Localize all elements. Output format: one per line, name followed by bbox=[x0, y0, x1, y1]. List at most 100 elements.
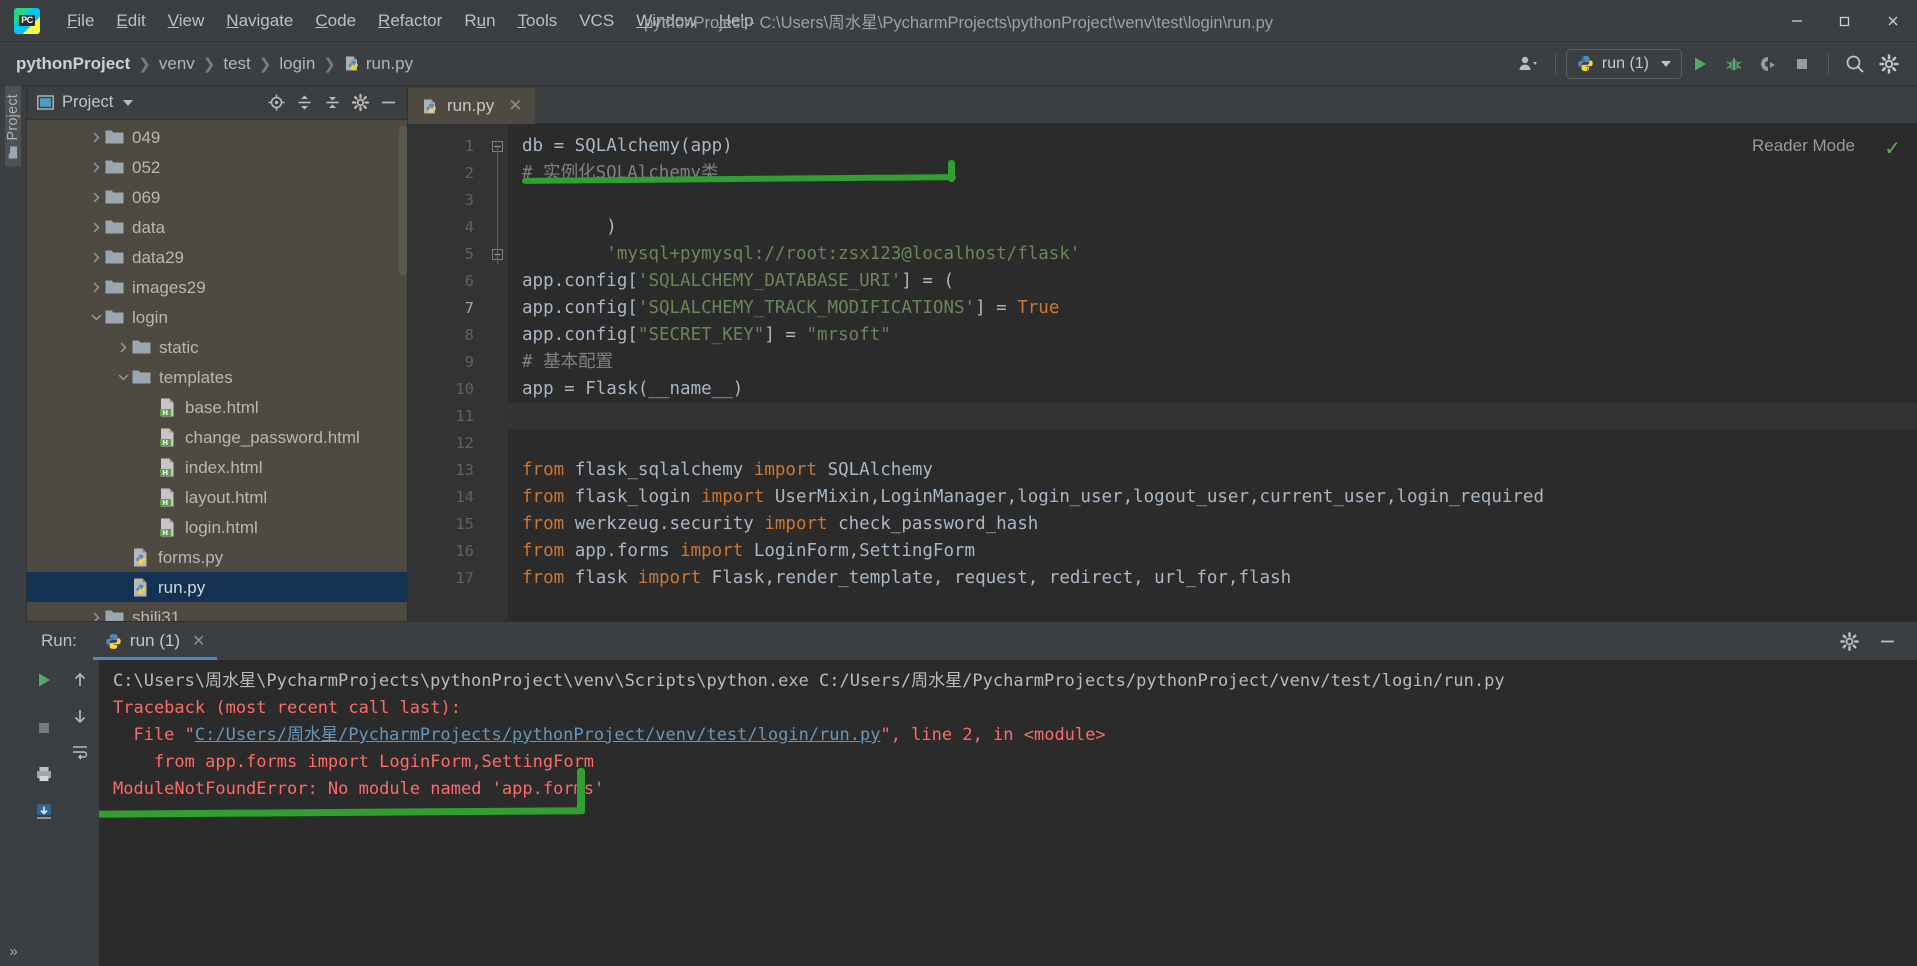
code-line[interactable]: # 基本配置 bbox=[508, 349, 1917, 376]
traceback-file-link[interactable]: C:/Users/周水星/PycharmProjects/pythonProje… bbox=[195, 725, 881, 745]
code-line[interactable] bbox=[508, 187, 1917, 214]
run-configuration-selector[interactable]: run (1) bbox=[1565, 48, 1682, 79]
close-tab-icon[interactable]: ✕ bbox=[508, 96, 522, 116]
menu-run[interactable]: Run bbox=[453, 8, 506, 34]
tree-item-static[interactable]: static bbox=[27, 332, 407, 362]
code-line[interactable]: app.config['SQLALCHEMY_TRACK_MODIFICATIO… bbox=[508, 295, 1917, 322]
tree-item-069[interactable]: 069 bbox=[27, 182, 407, 212]
chevron-down-icon[interactable] bbox=[123, 99, 134, 106]
minimize-button[interactable] bbox=[1773, 0, 1821, 42]
tree-item-data[interactable]: data bbox=[27, 212, 407, 242]
close-run-tab-icon[interactable]: ✕ bbox=[192, 631, 205, 651]
menu-edit[interactable]: Edit bbox=[105, 8, 156, 34]
menu-navigate[interactable]: Navigate bbox=[215, 8, 304, 34]
chevron-right-icon[interactable] bbox=[87, 248, 105, 266]
project-settings-icon[interactable] bbox=[347, 90, 373, 116]
down-arrow-icon[interactable] bbox=[66, 702, 94, 730]
scroll-to-end-icon[interactable] bbox=[30, 798, 58, 826]
menu-view[interactable]: View bbox=[157, 8, 216, 34]
user-icon[interactable] bbox=[1513, 49, 1545, 79]
chevron-right-icon[interactable] bbox=[114, 338, 132, 356]
editor-tab-run-py[interactable]: run.py ✕ bbox=[408, 88, 535, 126]
locate-file-icon[interactable] bbox=[263, 90, 289, 116]
menu-code[interactable]: Code bbox=[304, 8, 367, 34]
code-content[interactable]: db = SQLAlchemy(app) # 实例化SQLAlchemy类 ) '… bbox=[508, 124, 1917, 621]
code-line[interactable]: app = Flask(__name__) bbox=[508, 376, 1917, 403]
chevron-down-icon[interactable] bbox=[87, 308, 105, 326]
rerun-icon[interactable] bbox=[30, 666, 58, 694]
tree-item-change-password-html[interactable]: Hchange_password.html bbox=[27, 422, 407, 452]
expand-all-icon[interactable] bbox=[291, 90, 317, 116]
run-icon[interactable] bbox=[1684, 49, 1716, 79]
hide-run-panel-icon[interactable] bbox=[1871, 626, 1903, 656]
collapse-all-icon[interactable] bbox=[319, 90, 345, 116]
chevron-right-icon[interactable] bbox=[87, 188, 105, 206]
editor-fold-column[interactable] bbox=[486, 124, 508, 621]
tree-item-login-html[interactable]: Hlogin.html bbox=[27, 512, 407, 542]
tree-item-run-py[interactable]: run.py bbox=[27, 572, 407, 602]
menu-refactor[interactable]: Refactor bbox=[367, 8, 453, 34]
code-token: ] = bbox=[764, 325, 807, 345]
maximize-button[interactable] bbox=[1821, 0, 1869, 42]
code-line[interactable]: from flask_login import UserMixin,LoginM… bbox=[508, 484, 1917, 511]
search-icon[interactable] bbox=[1839, 49, 1871, 79]
breadcrumb-item-venv[interactable]: venv bbox=[159, 54, 195, 74]
close-button[interactable] bbox=[1869, 0, 1917, 42]
code-line[interactable]: db = SQLAlchemy(app) bbox=[508, 133, 1917, 160]
console-output[interactable]: C:\Users\周水星\PycharmProjects\pythonProje… bbox=[99, 660, 1917, 966]
run-tab[interactable]: run (1) ✕ bbox=[92, 622, 218, 660]
tree-item-forms-py[interactable]: forms.py bbox=[27, 542, 407, 572]
hide-panel-icon[interactable] bbox=[375, 90, 401, 116]
breadcrumb-item-run-py[interactable]: run.py bbox=[344, 54, 413, 74]
tree-item-shili31[interactable]: shili31 bbox=[27, 602, 407, 621]
chevron-right-icon[interactable] bbox=[87, 158, 105, 176]
code-line[interactable]: from flask import Flask,render_template,… bbox=[508, 565, 1917, 592]
project-tree[interactable]: 049 052 069 data data29 images29 login static te… bbox=[27, 120, 407, 621]
code-line[interactable]: 'mysql+pymysql://root:zsx123@localhost/f… bbox=[508, 241, 1917, 268]
expand-bottom-strip-icon[interactable]: » bbox=[9, 943, 17, 960]
code-line[interactable]: # 实例化SQLAlchemy类 bbox=[508, 160, 1917, 187]
up-arrow-icon[interactable] bbox=[66, 666, 94, 694]
menu-file[interactable]: File bbox=[56, 8, 105, 34]
gear-icon[interactable] bbox=[1873, 49, 1905, 79]
debug-icon[interactable] bbox=[1718, 49, 1750, 79]
menu-tools[interactable]: Tools bbox=[507, 8, 569, 34]
code-line[interactable]: from flask_sqlalchemy import SQLAlchemy bbox=[508, 457, 1917, 484]
breadcrumb-item-login[interactable]: login bbox=[279, 54, 315, 74]
chevron-right-icon[interactable] bbox=[87, 608, 105, 621]
line-number: 8 bbox=[464, 326, 474, 344]
reader-mode-label[interactable]: Reader Mode bbox=[1752, 136, 1855, 156]
chevron-down-icon[interactable] bbox=[114, 368, 132, 386]
coverage-icon[interactable] bbox=[1752, 49, 1784, 79]
code-line[interactable]: app.config['SQLALCHEMY_DATABASE_URI'] = … bbox=[508, 268, 1917, 295]
tree-item-base-html[interactable]: Hbase.html bbox=[27, 392, 407, 422]
code-line[interactable]: ) bbox=[508, 214, 1917, 241]
chevron-right-icon[interactable] bbox=[87, 218, 105, 236]
tool-window-project[interactable]: Project bbox=[5, 86, 21, 167]
project-tree-scrollbar[interactable] bbox=[399, 126, 407, 276]
stop-process-icon[interactable] bbox=[30, 714, 58, 742]
breadcrumb-item-pythonProject[interactable]: pythonProject bbox=[16, 54, 130, 74]
code-line[interactable]: from app.forms import LoginForm,SettingF… bbox=[508, 538, 1917, 565]
chevron-right-icon[interactable] bbox=[87, 128, 105, 146]
tree-item-052[interactable]: 052 bbox=[27, 152, 407, 182]
tree-item-login[interactable]: login bbox=[27, 302, 407, 332]
tree-item-data29[interactable]: data29 bbox=[27, 242, 407, 272]
code-line[interactable] bbox=[508, 403, 1917, 430]
chevron-right-icon[interactable] bbox=[87, 278, 105, 296]
tree-item-images29[interactable]: images29 bbox=[27, 272, 407, 302]
code-line[interactable]: app.config["SECRET_KEY"] = "mrsoft" bbox=[508, 322, 1917, 349]
stop-icon[interactable] bbox=[1786, 49, 1818, 79]
tree-item-049[interactable]: 049 bbox=[27, 122, 407, 152]
code-line[interactable] bbox=[508, 430, 1917, 457]
gear-icon[interactable] bbox=[1833, 626, 1865, 656]
inspection-status-icon[interactable]: ✓ bbox=[1884, 136, 1901, 161]
menu-vcs[interactable]: VCS bbox=[568, 8, 625, 34]
soft-wrap-icon[interactable] bbox=[66, 738, 94, 766]
code-line[interactable]: from werkzeug.security import check_pass… bbox=[508, 511, 1917, 538]
breadcrumb-item-test[interactable]: test bbox=[223, 54, 250, 74]
tree-item-layout-html[interactable]: Hlayout.html bbox=[27, 482, 407, 512]
tree-item-templates[interactable]: templates bbox=[27, 362, 407, 392]
tree-item-index-html[interactable]: Hindex.html bbox=[27, 452, 407, 482]
print-icon[interactable] bbox=[30, 760, 58, 788]
